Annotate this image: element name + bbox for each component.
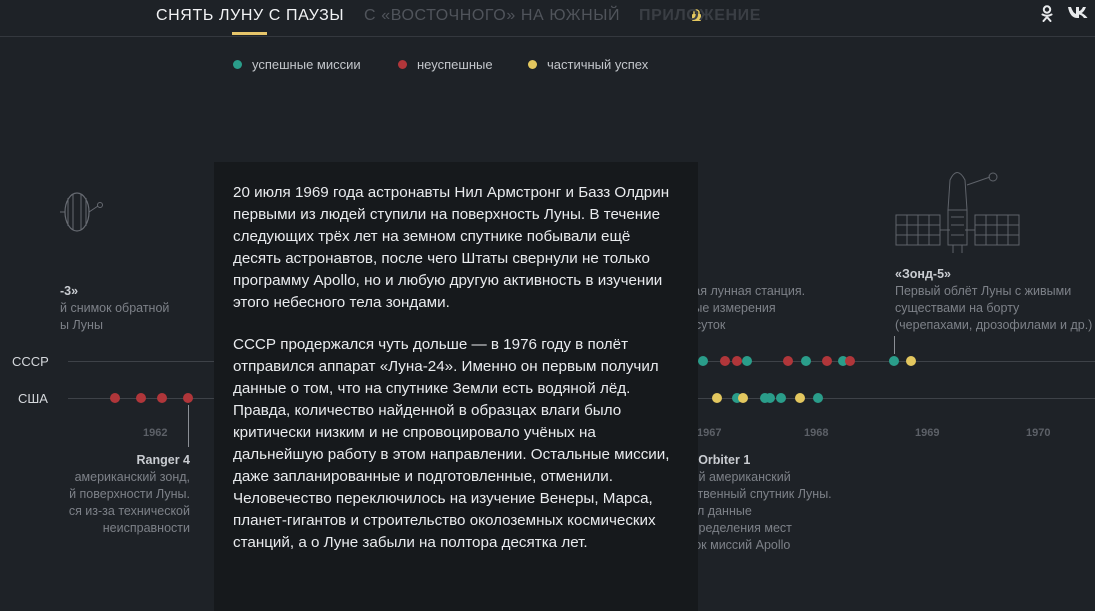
mission-marker[interactable]: [822, 356, 832, 366]
story-paragraph: СССР продержался чуть дольше — в 1976 го…: [233, 336, 670, 551]
legend-item-success: успешные миссии: [233, 57, 361, 72]
mission-caption-left-top: -3» й снимок обратной ы Луны: [60, 284, 170, 332]
active-tab-indicator: [232, 32, 267, 35]
mission-marker[interactable]: [712, 393, 722, 403]
mission-marker[interactable]: [110, 393, 120, 403]
tab-pause-moon[interactable]: Снять Луну с паузы: [156, 7, 344, 25]
story-paragraph: 20 июля 1969 года астронавты Нил Армстро…: [233, 184, 670, 311]
mission-marker[interactable]: [795, 393, 805, 403]
luna-probe-icon: [60, 192, 103, 232]
zond-5-connector: [894, 336, 895, 354]
tab-vostochny[interactable]: С «Восточного» на Южный: [364, 7, 620, 25]
zond-5-spacecraft-icon: [895, 172, 1020, 253]
mission-marker[interactable]: [742, 356, 752, 366]
track-label-ussr: СССР: [12, 354, 49, 369]
mission-marker[interactable]: [738, 393, 748, 403]
mission-caption-zond-5: «Зонд-5» Первый облёт Луны с живыми суще…: [895, 267, 1093, 332]
mission-marker[interactable]: [776, 393, 786, 403]
yellow-dot-icon: [528, 60, 537, 69]
year-label: 1967: [697, 427, 722, 439]
mission-marker[interactable]: [906, 356, 916, 366]
story-text-card: 20 июля 1969 года астронавты Нил Армстро…: [214, 162, 698, 611]
top-navigation: Снять Луну с паузы С «Восточного» на Южн…: [0, 0, 1095, 37]
ranger-4-connector: [188, 405, 189, 447]
mission-marker[interactable]: [889, 356, 899, 366]
mission-marker[interactable]: [845, 356, 855, 366]
year-label: 1970: [1026, 427, 1051, 439]
year-label: 1969: [915, 427, 940, 439]
green-dot-icon: [233, 60, 242, 69]
mission-marker[interactable]: [157, 393, 167, 403]
mission-marker[interactable]: [732, 356, 742, 366]
red-dot-icon: [398, 60, 407, 69]
legend-item-failed: неуспешные: [398, 57, 493, 72]
mission-marker[interactable]: [783, 356, 793, 366]
mission-marker[interactable]: [801, 356, 811, 366]
mission-marker[interactable]: [813, 393, 823, 403]
mission-marker[interactable]: [765, 393, 775, 403]
mission-marker[interactable]: [698, 356, 708, 366]
track-label-usa: США: [18, 391, 48, 406]
odnoklassniki-icon[interactable]: [1041, 5, 1053, 26]
legend-item-partial: частичный успех: [528, 57, 648, 72]
mission-marker[interactable]: [720, 356, 730, 366]
year-label: 1962: [143, 427, 168, 439]
tab-appendix[interactable]: Приложение: [639, 7, 761, 25]
vk-icon[interactable]: [1067, 5, 1089, 24]
year-label: 1968: [804, 427, 829, 439]
mission-marker[interactable]: [136, 393, 146, 403]
mission-marker[interactable]: [183, 393, 193, 403]
mission-caption-ranger-4: Ranger 4 американский зонд, й поверхност…: [68, 453, 190, 535]
